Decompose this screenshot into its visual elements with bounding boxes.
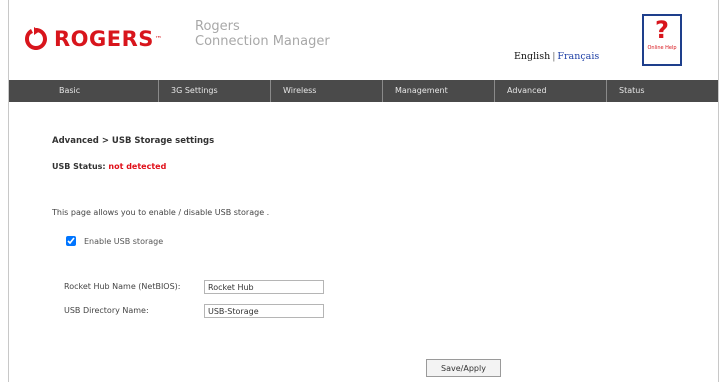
main-nav: Basic 3G Settings Wireless Management Ad… [9, 80, 718, 102]
product-line-1: Rogers [195, 19, 240, 34]
nav-item-basic[interactable]: Basic [9, 80, 158, 102]
page-frame: ROGERS ™ Rogers Connection Manager Engli… [8, 0, 719, 382]
question-mark-icon: ? [655, 16, 669, 44]
nav-item-wireless[interactable]: Wireless [270, 80, 382, 102]
nav-item-advanced[interactable]: Advanced [494, 80, 606, 102]
language-switcher: English | Français [514, 51, 599, 62]
usb-status: USB Status: not detected [52, 162, 166, 171]
enable-usb-storage-checkbox[interactable] [66, 236, 76, 246]
main-content: Advanced > USB Storage settings USB Stat… [52, 136, 324, 318]
page-description: This page allows you to enable / disable… [52, 208, 270, 217]
help-button[interactable]: ? Online Help [642, 14, 682, 66]
brand-name: ROGERS [54, 27, 154, 51]
rogers-logo: ROGERS ™ [23, 26, 162, 52]
lang-separator: | [552, 51, 556, 62]
rogers-logo-icon [25, 27, 47, 50]
help-label: Online Help [647, 45, 677, 51]
nav-item-management[interactable]: Management [382, 80, 494, 102]
enable-usb-storage-row: Enable USB storage [66, 236, 163, 246]
usb-status-value: not detected [108, 162, 167, 171]
enable-usb-storage-label: Enable USB storage [84, 236, 164, 246]
hub-name-label: Rocket Hub Name (NetBIOS): [64, 282, 181, 291]
nav-item-3g-settings[interactable]: 3G Settings [158, 80, 270, 102]
breadcrumb: Advanced > USB Storage settings [52, 136, 215, 146]
usb-status-label: USB Status: [52, 162, 106, 171]
trademark-mark: ™ [154, 35, 162, 43]
usb-directory-input[interactable] [204, 304, 324, 318]
lang-french-link[interactable]: Français [557, 51, 599, 62]
usb-directory-label: USB Directory Name: [64, 306, 149, 315]
hub-name-input[interactable] [204, 280, 324, 294]
product-name: Rogers Connection Manager [195, 19, 330, 49]
header: ROGERS ™ Rogers Connection Manager Engli… [9, 0, 718, 78]
save-apply-button[interactable]: Save/Apply [426, 359, 501, 377]
nav-item-status[interactable]: Status [606, 80, 718, 102]
lang-english-link[interactable]: English [514, 51, 550, 62]
product-line-2: Connection Manager [195, 34, 330, 49]
